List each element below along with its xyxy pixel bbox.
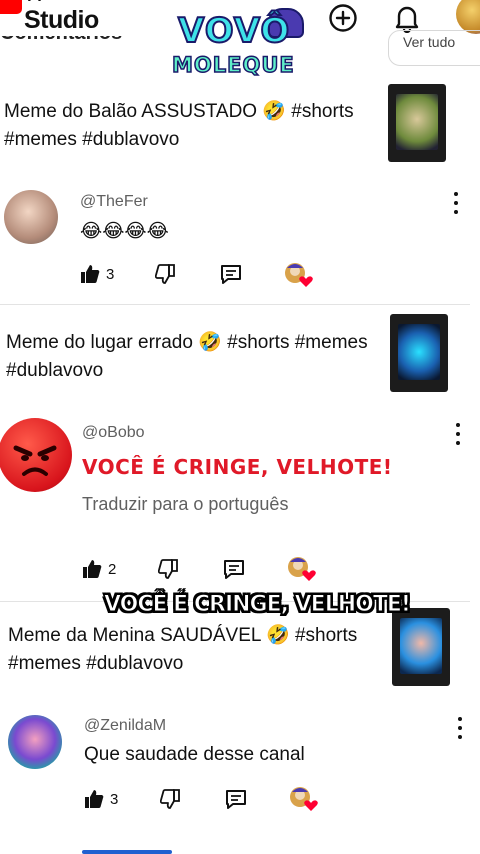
video-title[interactable]: Meme do Balão ASSUSTADO 🤣 #shorts #memes… [4,98,374,154]
plus-circle-icon [329,4,357,32]
dislike-button[interactable] [160,789,180,809]
studio-logo[interactable]: YT Studio [0,0,100,34]
bell-icon [395,6,419,33]
commenter-avatar[interactable] [4,190,58,244]
reply-button[interactable] [223,558,245,580]
creator-heart-icon [285,263,313,287]
video-caption-overlay: VOCÊ É CRINGE, VELHOTE! [104,592,412,618]
reply-button[interactable] [225,788,247,810]
sort-filter-chip[interactable]: Ver tudo [388,30,480,66]
dislike-button[interactable] [155,264,175,284]
creator-heart[interactable] [284,262,314,288]
thumb-up-icon [83,560,102,578]
commenter-avatar[interactable] [0,418,72,492]
more-options-button[interactable] [449,192,463,214]
account-avatar[interactable] [456,0,480,34]
youtube-play-icon [0,0,22,14]
creator-heart[interactable] [287,556,317,582]
divider [0,304,470,305]
more-vertical-icon [458,717,462,721]
commenter-avatar[interactable] [8,715,62,769]
like-button[interactable]: 3 [80,264,114,284]
video-thumbnail[interactable] [390,314,448,392]
like-count: 2 [108,560,117,578]
translate-link[interactable]: Traduzir para o português [82,494,288,515]
thumb-up-icon [85,790,104,808]
comment-text: VOCÊ É CRINGE, VELHOTE! [82,455,393,479]
video-title[interactable]: Meme do lugar errado 🤣 #shorts #memes #d… [6,329,376,385]
comment-icon [226,790,246,809]
creator-heart-icon [290,787,318,811]
logo-line1: VOVÔ [177,11,291,51]
logo-line2: MOLEQUE [171,53,295,77]
channel-logo-overlay: VOVÔ MOLEQUE [170,8,310,86]
angry-face-icon [13,445,57,476]
brand-name: Studio [24,6,99,34]
thumb-down-icon [158,559,178,579]
like-count: 3 [110,790,119,808]
replies-link[interactable] [82,846,182,854]
more-vertical-icon [454,192,458,196]
like-button[interactable]: 3 [84,789,118,809]
creator-heart-icon [288,557,316,581]
commenter-handle[interactable]: @ZenildaM [84,717,166,735]
comment-text: 😂😂😂😂 [80,221,169,242]
video-thumbnail[interactable] [392,608,450,686]
create-button[interactable] [326,2,360,34]
thumb-down-icon [155,264,175,284]
more-vertical-icon [456,423,460,427]
video-thumbnail[interactable] [388,84,446,162]
more-options-button[interactable] [451,423,465,445]
thumb-up-icon [81,265,100,283]
video-title[interactable]: Meme da Menina SAUDÁVEL 🤣 #shorts #memes… [8,622,378,678]
reply-button[interactable] [220,263,242,285]
creator-heart[interactable] [289,786,319,812]
like-count: 3 [106,265,115,283]
commenter-handle[interactable]: @oBobo [82,424,145,442]
comment-icon [221,265,241,284]
like-button[interactable]: 2 [82,559,116,579]
comment-text: Que saudade desse canal [84,744,305,765]
comment-icon [224,560,244,579]
more-options-button[interactable] [453,717,467,739]
thumb-down-icon [160,789,180,809]
commenter-handle[interactable]: @TheFer [80,193,148,211]
dislike-button[interactable] [158,559,178,579]
